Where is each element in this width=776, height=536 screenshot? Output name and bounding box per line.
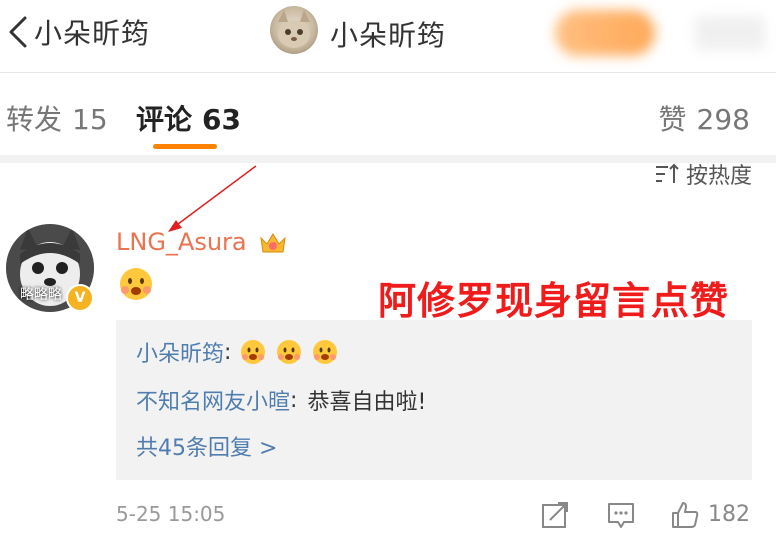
emoji-icon: [313, 340, 338, 364]
tab-comments-label: 评论: [136, 103, 193, 136]
tab-bar: 转发 15 评论 63 赞 298: [0, 86, 776, 149]
avatar-caption: 略略略: [20, 287, 62, 303]
tab-likes[interactable]: 赞 298: [659, 98, 750, 138]
reply-icon[interactable]: [606, 500, 636, 530]
more-replies-link[interactable]: 共45条回复 >: [136, 430, 277, 462]
reply-separator: :: [290, 387, 298, 413]
active-tab-indicator: [153, 144, 217, 149]
profile-avatar[interactable]: [270, 6, 318, 54]
profile-name[interactable]: 小朵昕筠: [330, 14, 446, 54]
comment-timestamp: 5-25 15:05: [116, 502, 226, 526]
more-button[interactable]: [695, 16, 765, 50]
tab-comments[interactable]: 评论 63: [136, 98, 241, 138]
emoji-icon: [120, 268, 152, 300]
back-title[interactable]: 小朵昕筠: [34, 12, 150, 52]
header-divider: [0, 72, 776, 73]
tab-comments-count: 63: [202, 103, 241, 136]
overlay-caption: 阿修罗现身留言点赞: [378, 279, 730, 323]
reply-separator: :: [224, 339, 232, 365]
back-icon[interactable]: [6, 14, 30, 50]
like-count: 182: [708, 502, 750, 527]
follow-button[interactable]: [555, 10, 655, 56]
tab-likes-label: 赞: [658, 103, 687, 136]
crown-icon: [260, 233, 286, 253]
like-icon[interactable]: [670, 500, 700, 530]
verified-badge-icon: V: [66, 284, 94, 312]
sort-control[interactable]: 按热度: [654, 158, 752, 190]
tab-forward-label: 转发: [6, 103, 63, 136]
reply-text: 恭喜自由啦!: [307, 390, 427, 415]
tab-forward[interactable]: 转发 15: [6, 98, 108, 138]
replies-box[interactable]: 小朵昕筠 : 不知名网友小暄: 恭喜自由啦! 共45条回复 >: [116, 320, 752, 480]
sort-icon: [655, 163, 679, 183]
sort-label: 按热度: [685, 164, 752, 189]
reply-username[interactable]: 小朵昕筠: [136, 336, 224, 368]
commenter-username[interactable]: LNG_Asura: [116, 228, 247, 256]
weibo-comment-screen: 小朵昕筠 小朵昕筠 转发 15 评论 63 赞 298 按热度 略略略 V LN…: [0, 0, 776, 536]
reply-username[interactable]: 不知名网友小暄: [136, 384, 290, 416]
reply-item[interactable]: 小朵昕筠 :: [136, 336, 339, 368]
emoji-icon: [241, 340, 266, 364]
tab-forward-count: 15: [72, 103, 108, 136]
emoji-icon: [277, 340, 302, 364]
tab-likes-count: 298: [696, 103, 750, 136]
header: 小朵昕筠 小朵昕筠: [0, 0, 776, 68]
reply-item[interactable]: 不知名网友小暄 : 恭喜自由啦!: [136, 384, 426, 416]
share-icon[interactable]: [540, 500, 570, 530]
